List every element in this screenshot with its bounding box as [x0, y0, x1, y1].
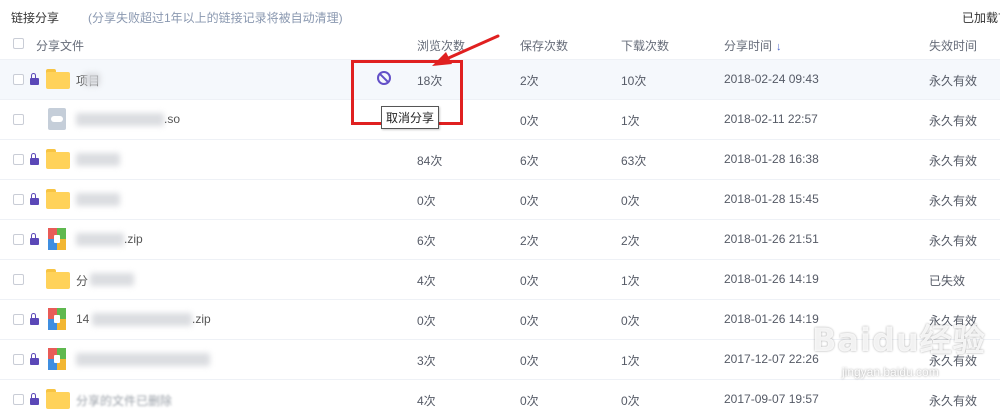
watermark-url: jingyan.baidu.com: [842, 365, 939, 379]
baidu-watermark: Baidu经验 jingyan.baidu.com: [812, 315, 997, 400]
watermark-logo: Baidu经验: [812, 321, 986, 359]
